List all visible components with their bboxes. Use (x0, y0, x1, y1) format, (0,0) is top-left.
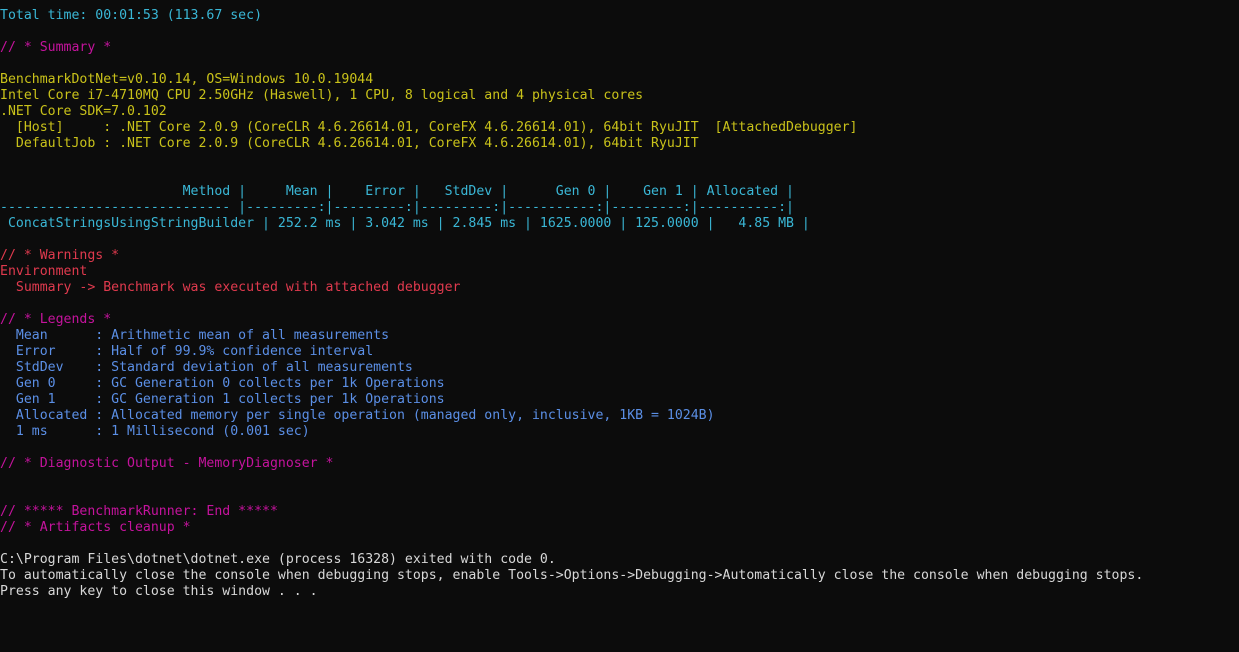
console-output[interactable]: Total time: 00:01:53 (113.67 sec) // * Su… (0, 8, 1239, 652)
console-line: Environment (0, 264, 88, 279)
console-line: .NET Core SDK=7.0.102 (0, 104, 167, 119)
console-line: Error : Half of 99.9% confidence interva… (0, 344, 374, 359)
console-line: StdDev : Standard deviation of all measu… (0, 360, 413, 375)
console-line: 1 ms : 1 Millisecond (0.001 sec) (0, 424, 310, 439)
console-line: Total time: 00:01:53 (113.67 sec) (0, 8, 263, 23)
console-line: Gen 0 : GC Generation 0 collects per 1k … (0, 376, 445, 391)
console-line: BenchmarkDotNet=v0.10.14, OS=Windows 10.… (0, 72, 374, 87)
console-line: // * Artifacts cleanup * (0, 520, 191, 535)
console-line: DefaultJob : .NET Core 2.0.9 (CoreCLR 4.… (0, 136, 699, 151)
console-line: Summary -> Benchmark was executed with a… (0, 280, 461, 295)
console-line: // * Legends * (0, 312, 112, 327)
console-line: Method | Mean | Error | StdDev | Gen 0 |… (0, 184, 794, 199)
console-line: // ***** BenchmarkRunner: End ***** (0, 504, 278, 519)
console-line: Intel Core i7-4710MQ CPU 2.50GHz (Haswel… (0, 88, 644, 103)
console-line: [Host] : .NET Core 2.0.9 (CoreCLR 4.6.26… (0, 120, 858, 135)
console-line: // * Summary * (0, 40, 112, 55)
console-line: To automatically close the console when … (0, 568, 1144, 583)
console-line: Mean : Arithmetic mean of all measuremen… (0, 328, 390, 343)
console-line: Gen 1 : GC Generation 1 collects per 1k … (0, 392, 445, 407)
console-line: Allocated : Allocated memory per single … (0, 408, 715, 423)
console-line: C:\Program Files\dotnet\dotnet.exe (proc… (0, 552, 556, 567)
console-line: // * Warnings * (0, 248, 120, 263)
console-line: // * Diagnostic Output - MemoryDiagnoser… (0, 456, 334, 471)
console-line: ConcatStringsUsingStringBuilder | 252.2 … (0, 216, 810, 231)
console-line: Press any key to close this window . . . (0, 584, 318, 599)
console-line: ----------------------------- |---------… (0, 200, 794, 215)
